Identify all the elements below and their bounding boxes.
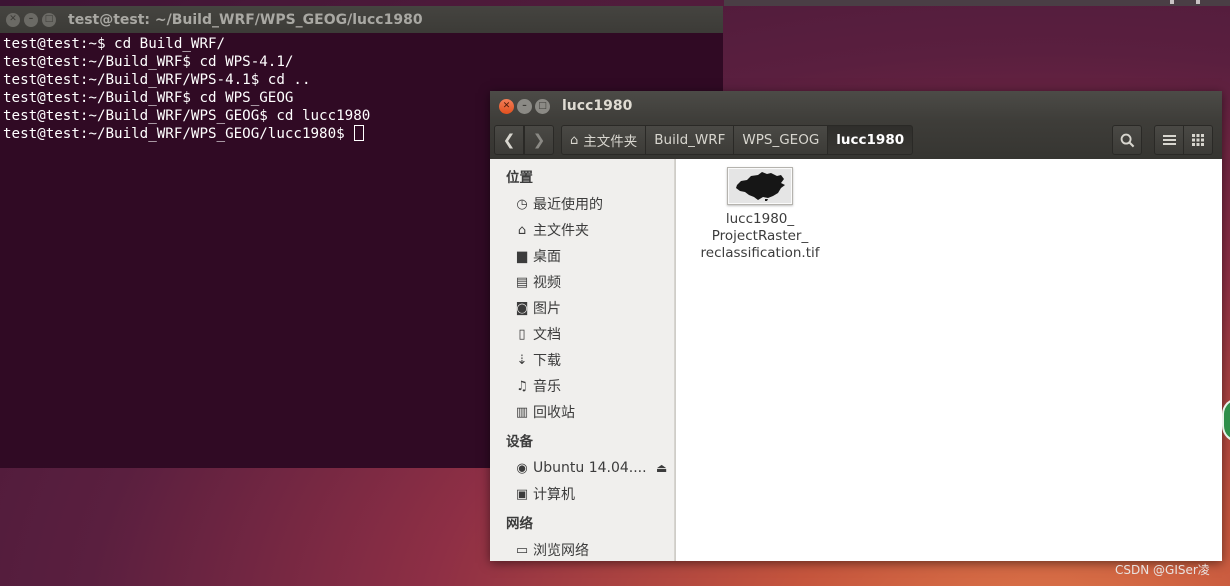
- file-manager-close-button[interactable]: ✕: [499, 98, 514, 114]
- forward-button[interactable]: ❯: [524, 125, 554, 155]
- terminal-prompt: test@test:~/Build_WRF/WPS_GEOG/lucc1980$: [3, 126, 354, 142]
- sidebar-item-label: 主文件夹: [533, 223, 589, 239]
- sidebar-item-pictures[interactable]: ◙ 图片: [490, 295, 675, 321]
- file-name-line: reclassification.tif: [700, 245, 820, 261]
- sidebar-item-desktop[interactable]: ▆ 桌面: [490, 243, 675, 269]
- sidebar-item-label: 桌面: [533, 249, 561, 265]
- sidebar-item-home[interactable]: ⌂ 主文件夹: [490, 217, 675, 243]
- file-manager-title: lucc1980: [562, 98, 633, 114]
- list-view-button[interactable]: [1154, 125, 1184, 155]
- disc-icon: ◉: [516, 460, 528, 476]
- folder-icon: ▆: [517, 248, 527, 264]
- home-icon: ⌂: [570, 132, 579, 148]
- sidebar-item-downloads[interactable]: ⇣ 下载: [490, 347, 675, 373]
- panel-indicator: [1170, 0, 1174, 4]
- sidebar-item-documents[interactable]: ▯ 文档: [490, 321, 675, 347]
- sidebar-heading-devices: 设备: [506, 434, 533, 450]
- clock-icon: ◷: [516, 196, 528, 212]
- sidebar: 位置 ◷ 最近使用的 ⌂ 主文件夹 ▆ 桌面 ▤ 视频 ◙ 图片 ▯ 文档 ⇣ 下载 ♫ 音乐 …: [490, 159, 676, 561]
- home-icon: ⌂: [517, 222, 527, 238]
- sidebar-item-label: 文档: [533, 327, 561, 343]
- file-manager-minimize-button[interactable]: –: [517, 98, 532, 114]
- sidebar-item-label: 视频: [533, 275, 561, 291]
- sidebar-item-label: 音乐: [533, 379, 561, 395]
- sidebar-item-label: 回收站: [533, 405, 575, 421]
- map-thumbnail-icon: [736, 172, 785, 201]
- breadcrumb-wps-geog[interactable]: WPS_GEOG: [733, 125, 829, 155]
- download-icon: ⇣: [516, 352, 528, 368]
- breadcrumb: ⌂ 主文件夹 Build_WRF WPS_GEOG lucc1980: [561, 125, 914, 155]
- grid-icon: [1192, 134, 1204, 146]
- terminal-titlebar[interactable]: ✕ – □ test@test: ~/Build_WRF/WPS_GEOG/lu…: [0, 6, 723, 33]
- terminal-line: test@test:~/Build_WRF$ cd WPS-4.1/: [3, 54, 294, 70]
- sidebar-heading-places: 位置: [506, 170, 533, 186]
- file-thumbnail: [727, 167, 793, 205]
- file-manager-toolbar: ❮ ❯ ⌂ 主文件夹 Build_WRF WPS_GEOG lucc1980: [490, 121, 1222, 159]
- sidebar-item-music[interactable]: ♫ 音乐: [490, 373, 675, 399]
- file-name-line: lucc1980_: [725, 211, 795, 227]
- sidebar-item-label: 图片: [533, 301, 561, 317]
- desktop-top-panel: [724, 0, 1230, 6]
- sidebar-item-recent[interactable]: ◷ 最近使用的: [490, 191, 675, 217]
- trash-icon: ▥: [515, 404, 529, 420]
- grid-view-button[interactable]: [1183, 125, 1213, 155]
- eject-icon[interactable]: ⏏: [656, 461, 667, 475]
- sidebar-heading-network: 网络: [506, 516, 533, 532]
- file-manager-maximize-button[interactable]: □: [535, 98, 550, 114]
- list-icon: [1162, 135, 1176, 145]
- sidebar-item-label: 下载: [533, 353, 561, 369]
- breadcrumb-label: 主文件夹: [583, 134, 638, 150]
- file-name-line: ProjectRaster_: [711, 228, 809, 244]
- terminal-line: test@test:~$ cd Build_WRF/: [3, 36, 226, 52]
- search-button[interactable]: [1112, 125, 1142, 155]
- sidebar-item-trash[interactable]: ▥ 回收站: [490, 399, 675, 425]
- terminal-close-button[interactable]: ✕: [6, 12, 20, 27]
- computer-icon: ▣: [515, 486, 529, 502]
- floating-widget[interactable]: [1222, 398, 1230, 442]
- network-icon: ▭: [515, 542, 529, 558]
- breadcrumb-build-wrf[interactable]: Build_WRF: [645, 125, 735, 155]
- film-icon: ▤: [515, 274, 529, 290]
- terminal-maximize-button[interactable]: □: [42, 12, 56, 27]
- chevron-left-icon: ❮: [502, 131, 516, 149]
- back-button[interactable]: ❮: [494, 125, 524, 155]
- sidebar-item-label: 浏览网络: [533, 543, 589, 559]
- file-manager-window[interactable]: ✕ – □ lucc1980 ❮ ❯ ⌂ 主文件夹 Build_WRF WPS_G…: [490, 91, 1222, 561]
- file-item[interactable]: lucc1980_ ProjectRaster_ reclassificatio…: [698, 167, 822, 262]
- sidebar-item-computer[interactable]: ▣ 计算机: [490, 481, 675, 507]
- file-manager-titlebar[interactable]: ✕ – □ lucc1980: [490, 91, 1222, 121]
- sidebar-item-browse-network[interactable]: ▭ 浏览网络: [490, 537, 675, 561]
- file-view[interactable]: lucc1980_ ProjectRaster_ reclassificatio…: [676, 159, 1222, 561]
- search-icon: [1120, 133, 1134, 147]
- sidebar-item-label: 最近使用的: [533, 197, 603, 213]
- file-manager-body: 位置 ◷ 最近使用的 ⌂ 主文件夹 ▆ 桌面 ▤ 视频 ◙ 图片 ▯ 文档 ⇣ 下载 ♫ 音乐 …: [490, 159, 1222, 561]
- document-icon: ▯: [518, 326, 526, 342]
- sidebar-item-label: Ubuntu 14.04....: [533, 460, 647, 476]
- terminal-minimize-button[interactable]: –: [24, 12, 38, 27]
- breadcrumb-home[interactable]: ⌂ 主文件夹: [561, 125, 647, 155]
- sidebar-item-ubuntu-disc[interactable]: ◉ Ubuntu 14.04.... ⏏: [490, 455, 675, 481]
- music-icon: ♫: [516, 378, 528, 394]
- breadcrumb-lucc1980[interactable]: lucc1980: [827, 125, 914, 155]
- camera-icon: ◙: [515, 300, 529, 316]
- watermark: CSDN @GISer凌: [1115, 563, 1210, 577]
- sidebar-item-label: 计算机: [533, 487, 575, 503]
- terminal-cursor: [354, 125, 365, 141]
- sidebar-item-videos[interactable]: ▤ 视频: [490, 269, 675, 295]
- chevron-right-icon: ❯: [532, 131, 546, 149]
- terminal-title: test@test: ~/Build_WRF/WPS_GEOG/lucc1980: [68, 11, 423, 28]
- panel-indicator: [1196, 0, 1200, 4]
- file-name: lucc1980_ ProjectRaster_ reclassificatio…: [698, 211, 822, 262]
- terminal-line: test@test:~/Build_WRF/WPS-4.1$ cd ..: [3, 72, 311, 88]
